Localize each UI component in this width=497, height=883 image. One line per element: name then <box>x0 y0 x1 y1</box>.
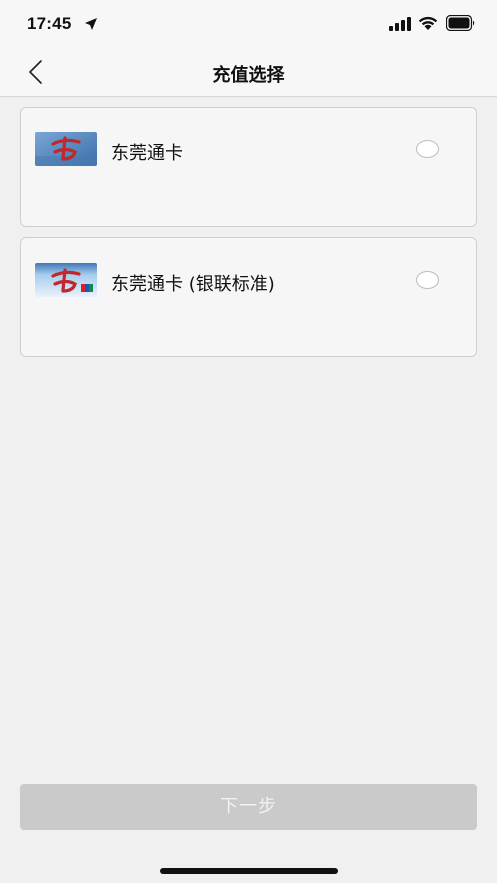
status-time: 17:45 <box>27 14 72 33</box>
battery-icon <box>446 15 475 31</box>
card-option-dongguan[interactable]: 东莞通卡 <box>20 107 477 227</box>
radio-button[interactable] <box>416 271 439 289</box>
page-title: 充值选择 <box>212 65 285 86</box>
screen: 17:45 充值选择 东莞通卡 东莞通卡 (银联标准) 下一步 <box>0 0 497 883</box>
location-arrow-icon <box>85 18 97 30</box>
home-indicator <box>160 868 338 874</box>
cellular-signal-icon <box>389 17 411 31</box>
wifi-icon <box>418 16 438 30</box>
dongguan-unionpay-card-image <box>35 263 97 297</box>
card-option-label: 东莞通卡 <box>111 143 183 164</box>
nav-bar: 充值选择 <box>0 48 497 97</box>
dongguan-card-image <box>35 132 97 166</box>
card-option-dongguan-unionpay[interactable]: 东莞通卡 (银联标准) <box>20 237 477 357</box>
card-option-label: 东莞通卡 (银联标准) <box>111 274 275 295</box>
status-bar: 17:45 <box>0 0 497 48</box>
next-step-button[interactable]: 下一步 <box>20 784 477 830</box>
radio-button[interactable] <box>416 140 439 158</box>
